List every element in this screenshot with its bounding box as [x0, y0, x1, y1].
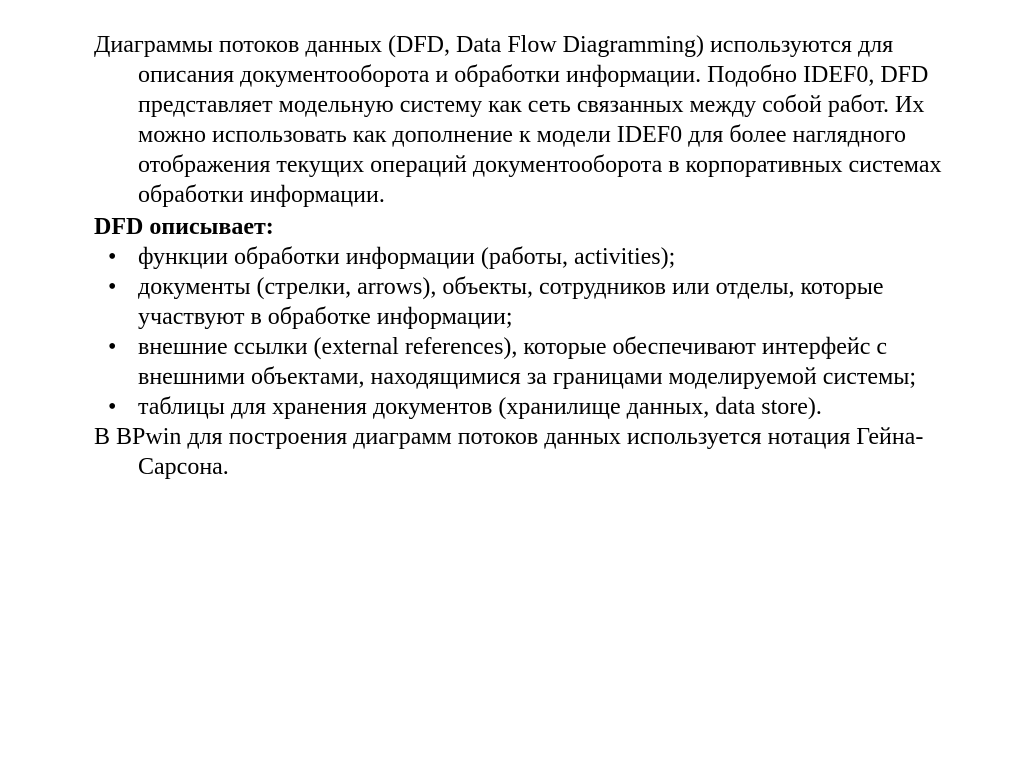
list-item: таблицы для хранения документов (хранили… [94, 392, 964, 422]
list-item: внешние ссылки (external references), ко… [94, 332, 964, 392]
list-item: функции обработки информации (работы, ac… [94, 242, 964, 272]
intro-paragraph: Диаграммы потоков данных (DFD, Data Flow… [50, 30, 964, 210]
bullet-list: функции обработки информации (работы, ac… [50, 242, 964, 422]
dfd-heading: DFD описывает: [50, 212, 964, 242]
closing-paragraph: В BPwin для построения диаграмм потоков … [50, 422, 964, 482]
list-item: документы (стрелки, arrows), объекты, со… [94, 272, 964, 332]
